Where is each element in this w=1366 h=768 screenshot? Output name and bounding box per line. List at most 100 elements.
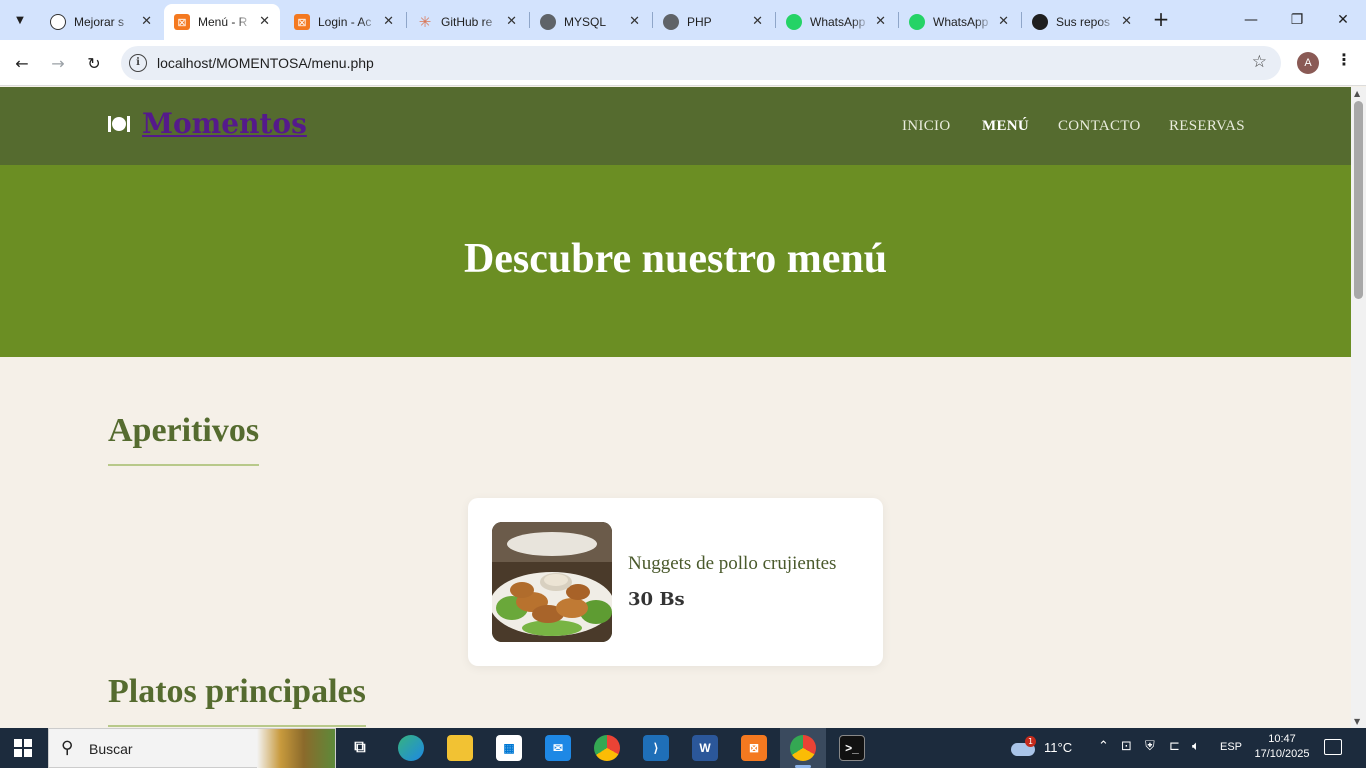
chrome-profile-icon[interactable] (790, 735, 816, 761)
clock-time: 10:47 (1268, 733, 1296, 745)
taskbar-search[interactable]: ⚲ Buscar (48, 728, 336, 768)
github-icon (1032, 14, 1048, 30)
chrome-menu-icon[interactable]: ⋮ (1336, 50, 1352, 69)
whatsapp-icon (909, 14, 925, 30)
search-highlight-image (257, 729, 335, 768)
tab-mejorar[interactable]: Mejorar s ✕ (40, 4, 162, 40)
dish-photo (492, 522, 612, 642)
chrome-icon[interactable] (594, 735, 620, 761)
nav-contacto[interactable]: CONTACTO (1058, 118, 1141, 135)
xampp-icon: ⊠ (174, 14, 190, 30)
tab-title: MYSQL (564, 15, 607, 29)
back-button[interactable]: ← (9, 50, 35, 76)
tab-whatsapp-1[interactable]: WhatsApp ✕ (776, 4, 896, 40)
site-logo[interactable]: Momentos (108, 107, 307, 140)
tab-title: WhatsApp (933, 15, 989, 29)
plate-cutlery-icon (108, 115, 130, 132)
web-page: Momentos INICIO MENÚ CONTACTO RESERVAS D… (0, 87, 1351, 728)
hero-title: Descubre nuestro menú (463, 236, 888, 282)
menu-item-card: Nuggets de pollo crujientes 30 Bs (468, 498, 883, 666)
whatsapp-icon (786, 14, 802, 30)
language-indicator[interactable]: ESP (1220, 741, 1242, 753)
hero-banner: Descubre nuestro menú (0, 165, 1351, 357)
close-icon[interactable]: ✕ (506, 13, 517, 29)
scroll-down-arrow-icon[interactable]: ▼ (1354, 717, 1360, 726)
address-bar[interactable]: i localhost/MOMENTOSA/menu.php ☆ (121, 46, 1281, 80)
edge-icon[interactable] (398, 735, 424, 761)
tab-title: Mejorar s (74, 15, 125, 29)
claude-icon: ✳ (418, 14, 432, 31)
scroll-up-arrow-icon[interactable]: ▲ (1354, 89, 1360, 98)
site-header: Momentos INICIO MENÚ CONTACTO RESERVAS (0, 87, 1351, 165)
close-icon[interactable]: ✕ (629, 13, 640, 29)
close-window-button[interactable]: ✕ (1320, 0, 1366, 40)
xampp-icon: ⊠ (294, 14, 310, 30)
browser-toolbar: ← → ↻ i localhost/MOMENTOSA/menu.php ☆ (0, 40, 1366, 86)
tab-title: Sus repos (1056, 15, 1111, 29)
section-title-aperitivos: Aperitivos (108, 412, 260, 466)
site-info-icon[interactable]: i (129, 54, 147, 72)
word-icon[interactable]: W (692, 735, 718, 761)
close-icon[interactable]: ✕ (141, 13, 152, 29)
globe-icon (663, 14, 679, 30)
tab-title: Menú - R (198, 15, 248, 29)
search-placeholder[interactable]: Buscar (89, 741, 133, 757)
windows-start-icon[interactable] (14, 739, 32, 757)
section-title-platos-principales: Platos principales (108, 673, 366, 727)
xampp-icon[interactable]: ⊠ (741, 735, 767, 761)
forward-button[interactable]: → (45, 50, 71, 76)
tab-mysql[interactable]: MYSQL ✕ (530, 4, 650, 40)
tab-login[interactable]: ⊠ Login - Ac ✕ (284, 4, 404, 40)
system-clock[interactable]: 10:47 17/10/2025 (1252, 732, 1312, 762)
tab-title: Login - Ac (318, 15, 372, 29)
minimize-button[interactable]: — (1228, 0, 1274, 40)
volume-icon[interactable]: 🔈︎ (1192, 739, 1200, 754)
task-view-icon[interactable]: ⧉ (347, 735, 373, 761)
tab-search-button[interactable]: ▼ (6, 6, 34, 34)
close-icon[interactable]: ✕ (259, 13, 270, 29)
tab-whatsapp-2[interactable]: WhatsApp ✕ (899, 4, 1019, 40)
close-icon[interactable]: ✕ (998, 13, 1009, 29)
network-icon[interactable]: ⊏ (1169, 739, 1180, 754)
reload-button[interactable]: ↻ (81, 50, 107, 76)
profile-avatar[interactable]: A (1297, 52, 1319, 74)
dish-price: 30 Bs (628, 589, 685, 610)
tab-github-repos[interactable]: Sus repos ✕ (1022, 4, 1142, 40)
microsoft-store-icon[interactable]: ▦ (496, 735, 522, 761)
chatgpt-icon (50, 14, 66, 30)
notifications-icon[interactable] (1324, 739, 1342, 755)
dish-name: Nuggets de pollo crujientes (628, 553, 837, 574)
tab-github-re[interactable]: ✳ GitHub re ✕ (407, 4, 527, 40)
weather-badge: 1 (1025, 736, 1036, 747)
close-icon[interactable]: ✕ (752, 13, 763, 29)
tab-menu[interactable]: ⊠ Menú - R ✕ (164, 4, 280, 40)
restore-button[interactable]: ❐ (1274, 0, 1320, 40)
tab-php[interactable]: PHP ✕ (653, 4, 773, 40)
close-icon[interactable]: ✕ (383, 13, 394, 29)
chevron-up-icon[interactable]: ⌃ (1098, 739, 1109, 754)
clock-date: 17/10/2025 (1254, 748, 1310, 760)
weather-temperature[interactable]: 11°C (1044, 740, 1072, 755)
file-explorer-icon[interactable] (447, 735, 473, 761)
bookmark-star-icon[interactable]: ☆ (1252, 52, 1267, 72)
nav-menu[interactable]: MENÚ (982, 118, 1029, 135)
nav-reservas[interactable]: RESERVAS (1169, 118, 1245, 135)
vscode-icon[interactable]: ⟩ (643, 735, 669, 761)
logo-text[interactable]: Momentos (142, 107, 307, 140)
scrollbar-thumb[interactable] (1354, 101, 1363, 299)
security-icon[interactable]: ⛨ (1145, 739, 1155, 754)
new-tab-button[interactable]: + (1150, 8, 1172, 30)
close-icon[interactable]: ✕ (875, 13, 886, 29)
weather-cloud-icon[interactable]: 1 (1011, 736, 1036, 756)
tab-title: PHP (687, 15, 712, 29)
tab-title: WhatsApp (810, 15, 866, 29)
url-text[interactable]: localhost/MOMENTOSA/menu.php (157, 55, 374, 71)
meet-icon[interactable]: ⊡ (1121, 739, 1132, 754)
mail-icon[interactable]: ✉ (545, 735, 571, 761)
close-icon[interactable]: ✕ (1121, 13, 1132, 29)
terminal-icon[interactable]: >_ (839, 735, 865, 761)
page-scrollbar[interactable]: ▲ ▼ (1351, 87, 1366, 728)
globe-icon (540, 14, 556, 30)
nav-inicio[interactable]: INICIO (902, 118, 950, 135)
tab-title: GitHub re (441, 15, 493, 29)
